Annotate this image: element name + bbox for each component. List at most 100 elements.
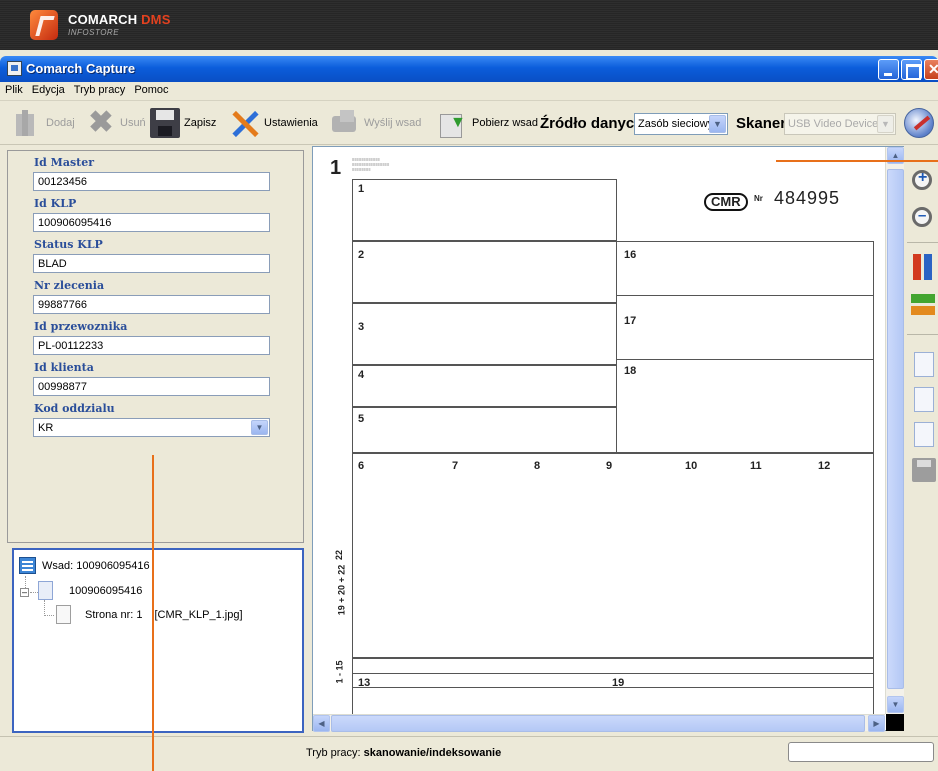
scanner-label: Skaner: xyxy=(736,114,792,132)
status-mode: Tryb pracy: skanowanie/indeksowanie xyxy=(306,747,501,759)
cmr-divider xyxy=(616,295,874,296)
menu-edycja[interactable]: Edycja xyxy=(27,82,69,96)
horizontal-scrollbar[interactable]: ◀ ▶ xyxy=(313,714,885,732)
scroll-left-arrow[interactable]: ◀ xyxy=(313,715,330,732)
tree-collapse-toggle[interactable]: – xyxy=(20,588,29,597)
save-icon xyxy=(150,108,180,138)
zoom-out-icon[interactable] xyxy=(912,207,932,227)
batch-tree-panel xyxy=(12,548,304,733)
add-icon xyxy=(12,108,42,138)
document-icon xyxy=(38,581,53,600)
scan-button[interactable] xyxy=(904,101,934,145)
cmr-box-16-18 xyxy=(616,241,874,453)
id-klienta-field[interactable]: 00998877 xyxy=(33,377,270,396)
zoom-in-icon[interactable] xyxy=(912,169,932,190)
save-disk-icon[interactable] xyxy=(912,458,936,482)
tree-item-document[interactable]: 100906095416 xyxy=(38,581,142,600)
source-label: Źródło danych: xyxy=(540,114,649,132)
vertical-scrollbar[interactable]: ▲ ▼ xyxy=(885,147,904,714)
cmr-document-image: 1 ≡≡≡≡≡≡≡≡≡≡≡≡ ≡≡≡≡≡≡≡≡≡≡≡≡≡≡≡≡ ≡≡≡≡≡≡≡≡… xyxy=(330,155,885,720)
minimize-button[interactable] xyxy=(878,59,899,80)
status-klp-field[interactable]: BLAD xyxy=(33,254,270,273)
chevron-down-icon[interactable]: ▼ xyxy=(251,420,268,435)
scroll-corner xyxy=(886,714,904,731)
tree-page-file: [CMR_KLP_1.jpg] xyxy=(154,608,243,621)
source-select[interactable]: Zasób sieciowy ▼ xyxy=(634,113,728,135)
cmr-box-3 xyxy=(352,303,617,365)
cmr-box-1 xyxy=(352,179,617,241)
id-klp-field[interactable]: 100906095416 xyxy=(33,213,270,232)
menu-tryb-pracy[interactable]: Tryb pracy xyxy=(69,82,130,96)
window-titlebar: Comarch Capture xyxy=(0,56,938,82)
fetch-label: Pobierz wsad xyxy=(472,117,539,129)
menu-plik[interactable]: Plik xyxy=(0,82,27,96)
tree-batch-label: Wsad: 100906095416 xyxy=(42,559,150,572)
chevron-down-icon[interactable]: ▼ xyxy=(709,115,726,133)
box-number: 19 xyxy=(612,677,625,689)
tree-connector xyxy=(44,600,45,616)
status-mode-label: Tryb pracy: xyxy=(306,747,361,759)
box-number: 10 xyxy=(685,460,698,472)
side-number: 22 xyxy=(334,549,345,561)
save-button[interactable]: Zapisz xyxy=(150,101,216,145)
field-label-id-przewoznika: Id przewoznika xyxy=(34,320,128,333)
box-number: 6 xyxy=(358,460,365,472)
close-button[interactable] xyxy=(924,59,938,80)
maximize-button[interactable] xyxy=(901,59,922,80)
scroll-right-arrow[interactable]: ▶ xyxy=(868,715,885,732)
cmr-number: 484995 xyxy=(774,188,841,208)
page-icon xyxy=(56,605,71,624)
batch-icon xyxy=(19,557,36,574)
field-label-status-klp: Status KLP xyxy=(34,238,103,251)
tool-separator xyxy=(907,334,938,335)
cmr-nr-label: Nr xyxy=(754,194,763,203)
page-icon[interactable] xyxy=(914,422,934,447)
page-icon[interactable] xyxy=(914,387,934,412)
app-icon xyxy=(7,61,22,76)
comarch-logo-icon xyxy=(30,10,58,40)
scanner-select[interactable]: USB Video Device ▼ xyxy=(784,113,896,135)
field-label-id-master: Id Master xyxy=(34,156,95,169)
delete-label: Usuń xyxy=(120,117,146,129)
add-button[interactable]: Dodaj xyxy=(12,101,75,145)
box-number: 12 xyxy=(818,460,831,472)
scanner-value: USB Video Device xyxy=(788,118,879,130)
tree-item-batch[interactable]: Wsad: 100906095416 xyxy=(19,557,150,574)
cmr-box-5 xyxy=(352,407,617,453)
box-number: 3 xyxy=(358,321,365,333)
tree-connector xyxy=(44,615,54,616)
chevron-down-icon[interactable]: ▼ xyxy=(877,115,894,133)
fetch-icon xyxy=(438,108,468,138)
nr-zlecenia-field[interactable]: 99887766 xyxy=(33,295,270,314)
cmr-header-text: ≡≡≡≡≡≡≡≡≡≡≡≡ ≡≡≡≡≡≡≡≡≡≡≡≡≡≡≡≡ ≡≡≡≡≡≡≡≡ xyxy=(352,157,390,172)
menu-pomoc[interactable]: Pomoc xyxy=(129,82,172,96)
add-label: Dodaj xyxy=(46,117,75,129)
id-master-field[interactable]: 00123456 xyxy=(33,172,270,191)
side-number: 19 + 20 + 22 xyxy=(336,564,347,616)
fetch-batch-button[interactable]: Pobierz wsad xyxy=(438,101,538,145)
scroll-down-arrow[interactable]: ▼ xyxy=(887,696,904,713)
settings-button[interactable]: Ustawienia xyxy=(230,101,318,145)
rotate-icon[interactable] xyxy=(907,252,938,282)
flip-icon[interactable] xyxy=(907,290,938,320)
vertical-scroll-thumb[interactable] xyxy=(887,169,904,689)
box-number: 11 xyxy=(750,460,762,472)
box-number: 1 xyxy=(358,183,365,195)
settings-label: Ustawienia xyxy=(264,117,318,129)
branding-header: COMARCH DMS INFOSTORE xyxy=(0,0,938,50)
delete-button[interactable]: ✖ Usuń xyxy=(86,101,146,145)
send-icon xyxy=(330,108,360,138)
kod-oddzialu-select[interactable]: KR ▼ xyxy=(33,418,270,437)
box-number: 8 xyxy=(534,460,541,472)
tree-item-page[interactable]: Strona nr: 1 [CMR_KLP_1.jpg] xyxy=(56,605,243,624)
cmr-badge: CMR xyxy=(704,193,748,211)
status-bar: Tryb pracy: skanowanie/indeksowanie xyxy=(0,736,938,771)
kod-oddzialu-value: KR xyxy=(38,422,54,434)
id-przewoznika-field[interactable]: PL-00112233 xyxy=(33,336,270,355)
annotation-line xyxy=(152,455,154,771)
status-progress-box xyxy=(788,742,934,762)
page-icon[interactable] xyxy=(914,352,934,377)
horizontal-scroll-thumb[interactable] xyxy=(331,715,865,732)
cmr-box-4 xyxy=(352,365,617,407)
send-batch-button[interactable]: Wyślij wsad xyxy=(330,101,421,145)
